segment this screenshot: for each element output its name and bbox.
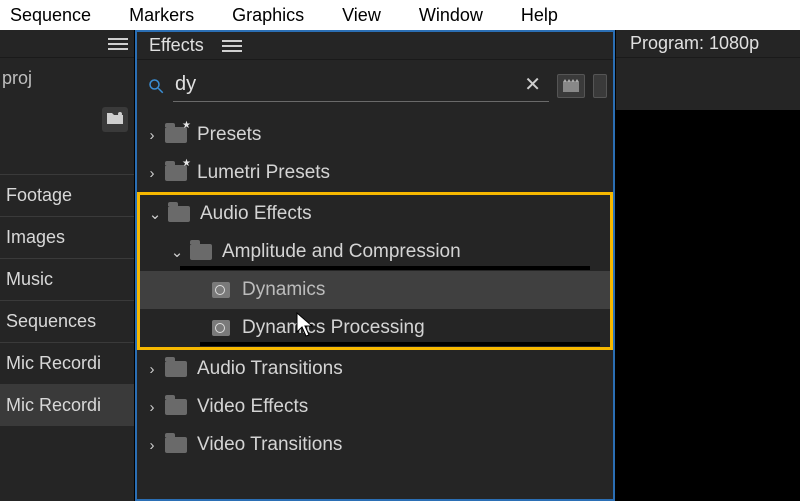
- project-name-suffix: proj: [0, 58, 134, 89]
- tree-video-transitions[interactable]: › Video Transitions: [137, 426, 613, 464]
- chevron-down-icon[interactable]: ⌄: [170, 243, 184, 261]
- tree-amplitude-compression[interactable]: ⌄ Amplitude and Compression: [140, 233, 610, 271]
- folder-icon: [190, 244, 212, 260]
- chevron-right-icon[interactable]: ›: [145, 165, 159, 182]
- tree-label: Audio Transitions: [197, 358, 343, 380]
- tree-lumetri-presets[interactable]: › ★ Lumetri Presets: [137, 154, 613, 192]
- bin-footage[interactable]: Footage: [0, 174, 134, 216]
- chevron-right-icon[interactable]: ›: [145, 127, 159, 144]
- tree-label: Video Effects: [197, 396, 308, 418]
- extra-toolbar-icon[interactable]: [593, 74, 607, 98]
- program-viewer[interactable]: [616, 110, 800, 501]
- tree-presets[interactable]: › ★ Presets: [137, 116, 613, 154]
- tree-label: Lumetri Presets: [197, 162, 330, 184]
- bin-mic-rec-1[interactable]: Mic Recordi: [0, 342, 134, 384]
- menu-sequence[interactable]: Sequence: [10, 5, 91, 26]
- bin-music[interactable]: Music: [0, 258, 134, 300]
- menu-graphics[interactable]: Graphics: [232, 5, 304, 26]
- bin-images[interactable]: Images: [0, 216, 134, 258]
- effects-panel-title: Effects: [149, 35, 204, 56]
- project-toolbar: [0, 89, 134, 132]
- tree-label: Dynamics Processing: [242, 317, 425, 339]
- project-panel: proj Footage Images Music Sequences Mic …: [0, 30, 135, 501]
- preset-icon: [212, 282, 230, 298]
- tree-video-effects[interactable]: › Video Effects: [137, 388, 613, 426]
- bin-mic-rec-2[interactable]: Mic Recordi: [0, 384, 134, 426]
- star-folder-icon: ★: [165, 165, 187, 181]
- new-bin-icon[interactable]: [557, 74, 585, 98]
- effects-search-input[interactable]: [175, 73, 518, 96]
- panel-menu-icon[interactable]: [108, 38, 128, 50]
- tree-label: Audio Effects: [200, 203, 312, 225]
- bin-sequences[interactable]: Sequences: [0, 300, 134, 342]
- chevron-right-icon[interactable]: ›: [145, 361, 159, 378]
- project-panel-header: [0, 30, 134, 58]
- tree-audio-transitions[interactable]: › Audio Transitions: [137, 350, 613, 388]
- folder-icon: [165, 437, 187, 453]
- tree-label: Video Transitions: [197, 434, 342, 456]
- tree-label: Amplitude and Compression: [222, 241, 461, 263]
- effects-tree: › ★ Presets › ★ Lumetri Presets ⌄ Audio …: [137, 112, 613, 464]
- chevron-down-icon[interactable]: ⌄: [148, 205, 162, 223]
- tree-dynamics-processing[interactable]: Dynamics Processing: [140, 309, 610, 347]
- program-panel-title: Program: 1080p: [616, 30, 800, 58]
- folder-icon: [165, 361, 187, 377]
- open-folder-icon[interactable]: [102, 107, 128, 132]
- effects-panel-menu-icon[interactable]: [222, 40, 242, 52]
- chevron-right-icon[interactable]: ›: [145, 399, 159, 416]
- folder-icon: [168, 206, 190, 222]
- effects-panel-header: Effects: [137, 32, 613, 60]
- effects-search-row: ✕: [137, 60, 613, 112]
- tree-label: Dynamics: [242, 279, 325, 301]
- program-panel: Program: 1080p: [615, 30, 800, 501]
- effects-panel: Effects ✕ › ★ Presets › ★ Lumetr: [135, 30, 615, 501]
- tree-label: Presets: [197, 124, 261, 146]
- bin-list: Footage Images Music Sequences Mic Recor…: [0, 174, 134, 426]
- menu-view[interactable]: View: [342, 5, 381, 26]
- clear-search-icon[interactable]: ✕: [518, 72, 547, 97]
- menubar: Sequence Markers Graphics View Window He…: [0, 0, 800, 30]
- tree-audio-effects[interactable]: ⌄ Audio Effects: [140, 195, 610, 233]
- menu-window[interactable]: Window: [419, 5, 483, 26]
- tree-dynamics[interactable]: Dynamics: [140, 271, 610, 309]
- folder-icon: [165, 399, 187, 415]
- chevron-right-icon[interactable]: ›: [145, 437, 159, 454]
- app-area: proj Footage Images Music Sequences Mic …: [0, 30, 800, 501]
- menu-help[interactable]: Help: [521, 5, 558, 26]
- menu-markers[interactable]: Markers: [129, 5, 194, 26]
- highlight-box: ⌄ Audio Effects ⌄ Amplitude and Compress…: [137, 192, 613, 350]
- preset-icon: [212, 320, 230, 336]
- star-folder-icon: ★: [165, 127, 187, 143]
- search-icon: [147, 77, 165, 95]
